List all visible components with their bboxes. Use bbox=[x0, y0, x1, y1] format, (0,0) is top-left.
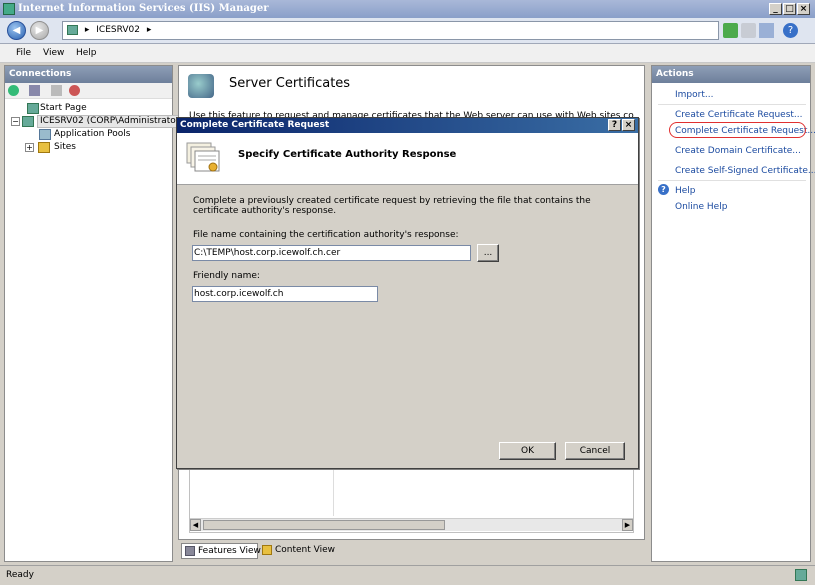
dialog-help-button[interactable]: ? bbox=[608, 119, 621, 131]
iis-app-icon bbox=[3, 3, 15, 15]
application-pools-icon bbox=[39, 129, 51, 140]
scroll-left-icon[interactable]: ◀ bbox=[190, 519, 201, 531]
maximize-button[interactable]: □ bbox=[783, 3, 796, 15]
stop-icon[interactable] bbox=[741, 23, 756, 38]
save-icon[interactable] bbox=[29, 85, 40, 96]
ok-button[interactable]: OK bbox=[499, 442, 556, 460]
window-title: Internet Information Services (IIS) Mana… bbox=[18, 3, 269, 14]
help-icon[interactable]: ? bbox=[783, 23, 798, 38]
complete-certificate-request-dialog: Complete Certificate Request ? × Specify… bbox=[176, 117, 639, 469]
forward-button[interactable]: ▶ bbox=[30, 21, 49, 40]
browse-button[interactable]: ... bbox=[477, 244, 499, 262]
file-name-input[interactable]: C:\TEMP\host.corp.icewolf.ch.cer bbox=[192, 245, 471, 261]
menu-help[interactable]: Help bbox=[76, 44, 97, 63]
server-certificates-icon bbox=[188, 74, 214, 98]
scroll-right-icon[interactable]: ▶ bbox=[622, 519, 633, 531]
start-page-icon bbox=[27, 103, 39, 114]
actions-panel: Actions Import... Create Certificate Req… bbox=[651, 65, 815, 562]
status-bar: Ready bbox=[0, 565, 815, 585]
cancel-button[interactable]: Cancel bbox=[565, 442, 625, 460]
page-title: Server Certificates bbox=[229, 76, 351, 91]
certificates-list[interactable]: ◀ ▶ bbox=[189, 469, 634, 533]
refresh-icon[interactable] bbox=[723, 23, 738, 38]
action-create-self-signed-certificate[interactable]: Create Self-Signed Certificate... bbox=[675, 166, 815, 176]
content-view-icon bbox=[262, 545, 272, 555]
help-icon: ? bbox=[658, 184, 669, 195]
connections-header: Connections bbox=[5, 66, 172, 83]
features-view-icon bbox=[185, 546, 195, 556]
action-create-domain-certificate[interactable]: Create Domain Certificate... bbox=[675, 146, 801, 156]
connection-status-icon bbox=[795, 569, 807, 581]
friendly-name-label: Friendly name: bbox=[193, 271, 260, 281]
dialog-header: Specify Certificate Authority Response bbox=[177, 133, 638, 185]
tab-features-view[interactable]: Features View bbox=[181, 543, 261, 559]
action-help[interactable]: Help bbox=[675, 186, 696, 196]
connections-toolbar bbox=[5, 83, 172, 99]
file-name-label: File name containing the certification a… bbox=[193, 230, 459, 240]
connect-icon[interactable] bbox=[8, 85, 19, 96]
highlight-circle bbox=[669, 122, 806, 138]
home-icon[interactable] bbox=[759, 23, 774, 38]
actions-header: Actions bbox=[652, 66, 810, 83]
server-node-icon bbox=[67, 24, 78, 35]
expand-icon[interactable]: + bbox=[25, 143, 34, 152]
minimize-button[interactable]: _ bbox=[769, 3, 782, 15]
friendly-name-input[interactable]: host.corp.icewolf.ch bbox=[192, 286, 378, 302]
breadcrumb-server[interactable]: ICESRV02 bbox=[96, 25, 140, 35]
certificate-icon bbox=[186, 140, 222, 174]
window-title-bar[interactable]: Internet Information Services (IIS) Mana… bbox=[0, 0, 815, 18]
dialog-title-bar[interactable]: Complete Certificate Request ? × bbox=[177, 118, 638, 133]
status-text: Ready bbox=[6, 570, 34, 580]
dialog-title: Complete Certificate Request bbox=[180, 120, 330, 130]
dialog-instructions: Complete a previously created certificat… bbox=[193, 196, 591, 216]
scroll-thumb[interactable] bbox=[203, 520, 445, 530]
breadcrumb-separator-icon: ▸ bbox=[84, 25, 90, 35]
connections-panel: Connections Start Page − ICESRV02 (CORP\… bbox=[4, 65, 187, 562]
menu-file[interactable]: File bbox=[16, 44, 31, 63]
action-online-help[interactable]: Online Help bbox=[675, 202, 727, 212]
collapse-icon[interactable]: − bbox=[11, 117, 20, 126]
menu-view[interactable]: View bbox=[43, 44, 64, 63]
breadcrumb-separator-icon: ▸ bbox=[146, 25, 152, 35]
dialog-close-button[interactable]: × bbox=[622, 119, 635, 131]
close-button[interactable]: × bbox=[797, 3, 810, 15]
divider bbox=[658, 180, 806, 181]
menu-bar: File View Help bbox=[0, 44, 815, 63]
address-breadcrumb[interactable]: ▸ ICESRV02 ▸ bbox=[62, 21, 719, 40]
back-button[interactable]: ◀ bbox=[7, 21, 26, 40]
dialog-heading: Specify Certificate Authority Response bbox=[238, 149, 457, 160]
up-icon[interactable] bbox=[51, 85, 62, 96]
tab-content-view[interactable]: Content View bbox=[261, 543, 341, 559]
sites-folder-icon bbox=[38, 142, 50, 153]
divider bbox=[658, 104, 806, 105]
delete-connection-icon[interactable] bbox=[69, 85, 80, 96]
horizontal-scrollbar[interactable]: ◀ ▶ bbox=[190, 518, 633, 531]
address-toolbar: ◀ ▶ ▸ ICESRV02 ▸ ? bbox=[0, 18, 815, 44]
server-icon bbox=[22, 116, 34, 127]
action-import[interactable]: Import... bbox=[675, 90, 713, 100]
column-divider bbox=[333, 470, 334, 516]
action-create-certificate-request[interactable]: Create Certificate Request... bbox=[675, 110, 803, 120]
